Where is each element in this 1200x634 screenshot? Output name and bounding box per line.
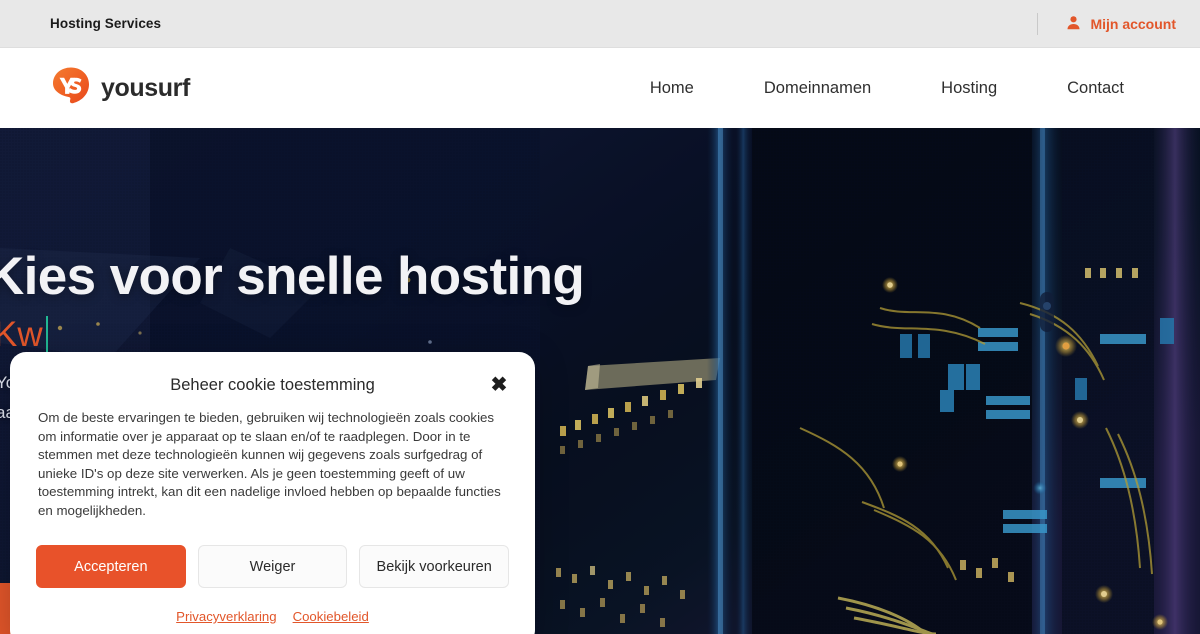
cookie-dialog-header: Beheer cookie toestemming ✖ <box>36 370 509 407</box>
close-icon[interactable]: ✖ <box>486 372 512 398</box>
site-header: yousurf Home Domeinnamen Hosting Contact <box>0 48 1200 128</box>
logo-wordmark: yousurf <box>101 73 190 102</box>
cookie-dialog-links: Privacyverklaring Cookiebeleid <box>36 609 509 624</box>
topbar-tagline: Hosting Services <box>50 16 162 31</box>
page-root: Hosting Services Mijn account yousurf Ho… <box>0 0 1200 634</box>
utility-topbar: Hosting Services Mijn account <box>0 0 1200 48</box>
deny-cookies-button[interactable]: Weiger <box>197 545 348 588</box>
hero-typed-value: Kw <box>0 315 43 354</box>
cookie-policy-link[interactable]: Cookiebeleid <box>293 609 369 624</box>
nav-item-home[interactable]: Home <box>615 79 729 98</box>
logo-link[interactable]: yousurf <box>50 65 190 112</box>
hero-typed-text: Kw <box>0 315 48 355</box>
topbar-right-group: Mijn account <box>1037 0 1176 47</box>
typing-caret <box>45 316 48 354</box>
yousurf-logo-icon <box>50 65 92 112</box>
cookie-dialog-actions: Accepteren Weiger Bekijk voorkeuren <box>36 545 510 588</box>
nav-item-hosting[interactable]: Hosting <box>906 79 1032 98</box>
hero-headline: Kies voor snelle hosting <box>0 247 585 306</box>
main-nav: Home Domeinnamen Hosting Contact <box>615 79 1124 98</box>
privacy-policy-link[interactable]: Privacyverklaring <box>176 609 276 624</box>
cookie-dialog-body-text: Om de beste ervaringen te bieden, gebrui… <box>38 410 501 518</box>
my-account-link[interactable]: Mijn account <box>1066 15 1176 33</box>
cookie-dialog-title: Beheer cookie toestemming <box>170 376 375 394</box>
topbar-divider <box>1037 12 1039 35</box>
view-preferences-button[interactable]: Bekijk voorkeuren <box>359 545 510 588</box>
nav-item-contact[interactable]: Contact <box>1032 79 1124 98</box>
user-icon <box>1066 15 1081 33</box>
nav-item-domeinnamen[interactable]: Domeinnamen <box>729 79 906 98</box>
accept-cookies-button[interactable]: Accepteren <box>36 545 186 588</box>
cookie-consent-dialog: Beheer cookie toestemming ✖ Om de beste … <box>10 352 535 634</box>
my-account-label: Mijn account <box>1090 15 1176 32</box>
